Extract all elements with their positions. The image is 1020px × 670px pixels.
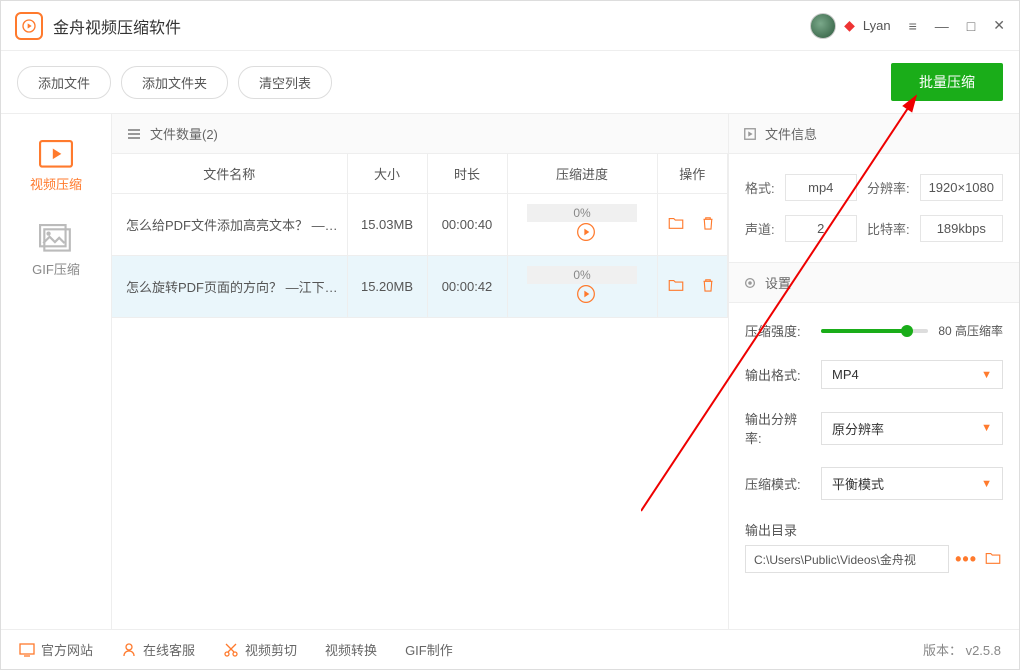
chevron-down-icon: ▼ <box>981 369 992 381</box>
col-name: 文件名称 <box>112 154 347 194</box>
batch-compress-button[interactable]: 批量压缩 <box>891 63 1003 101</box>
table-row[interactable]: 怎么旋转PDF页面的方向？ —江下… 15.20MB 00:00:42 0% <box>112 256 728 318</box>
scissors-icon <box>223 642 239 658</box>
label-mode: 压缩模式: <box>745 474 811 493</box>
browse-button[interactable]: ••• <box>955 549 977 570</box>
sidebar-item-gif[interactable]: GIF压缩 <box>1 209 111 294</box>
app-title: 金舟视频压缩软件 <box>53 14 810 38</box>
video-icon <box>39 140 73 168</box>
username: Lyan <box>863 18 891 33</box>
strength-value: 80 高压缩率 <box>938 322 1003 339</box>
close-icon[interactable]: ✕ <box>993 17 1005 34</box>
out-format-select[interactable]: MP4▼ <box>821 360 1003 389</box>
play-icon[interactable] <box>576 284 596 307</box>
trash-icon[interactable] <box>699 214 717 235</box>
value-bitrate: 189kbps <box>920 215 1003 242</box>
label-out-format: 输出格式: <box>745 365 811 384</box>
label-resolution: 分辨率: <box>867 178 910 197</box>
col-ops: 操作 <box>657 154 728 194</box>
col-progress: 压缩进度 <box>507 154 657 194</box>
list-icon <box>126 126 142 142</box>
footer-convert[interactable]: 视频转换 <box>325 640 377 659</box>
menu-icon[interactable]: ≡ <box>909 18 917 34</box>
footer-gif[interactable]: GIF制作 <box>405 640 453 659</box>
progress-bar: 0% <box>527 266 637 284</box>
label-format: 格式: <box>745 178 775 197</box>
play-icon[interactable] <box>576 222 596 245</box>
headset-icon <box>121 642 137 658</box>
trash-icon[interactable] <box>699 276 717 297</box>
avatar <box>810 13 836 39</box>
label-channels: 声道: <box>745 219 775 238</box>
label-strength: 压缩强度: <box>745 321 811 340</box>
sidebar-item-video[interactable]: 视频压缩 <box>1 124 111 209</box>
add-folder-button[interactable]: 添加文件夹 <box>121 66 228 99</box>
user-area[interactable]: ◆ Lyan <box>810 13 891 39</box>
folder-icon[interactable] <box>667 214 685 235</box>
col-duration: 时长 <box>427 154 507 194</box>
label-out-dir: 输出目录 <box>745 520 1003 539</box>
footer-site[interactable]: 官方网站 <box>19 640 93 659</box>
progress-bar: 0% <box>527 204 637 222</box>
chevron-down-icon: ▼ <box>981 422 992 434</box>
open-folder-icon[interactable] <box>983 549 1003 570</box>
table-row[interactable]: 怎么给PDF文件添加高亮文本？ —… 15.03MB 00:00:40 0% <box>112 194 728 256</box>
file-count-header: 文件数量(2) <box>112 114 728 154</box>
chevron-down-icon: ▼ <box>981 478 992 490</box>
value-channels: 2 <box>785 215 857 242</box>
version-label: 版本： v2.5.8 <box>923 640 1001 659</box>
gear-icon <box>743 276 757 290</box>
strength-slider[interactable] <box>821 329 928 333</box>
settings-header: 设置 <box>729 263 1019 303</box>
label-bitrate: 比特率: <box>867 219 910 238</box>
footer-support[interactable]: 在线客服 <box>121 640 195 659</box>
value-resolution: 1920×1080 <box>920 174 1003 201</box>
value-format: mp4 <box>785 174 857 201</box>
add-file-button[interactable]: 添加文件 <box>17 66 111 99</box>
gif-icon <box>39 225 73 253</box>
minimize-icon[interactable]: — <box>935 18 949 34</box>
file-table: 文件名称 大小 时长 压缩进度 操作 怎么给PDF文件添加高亮文本？ —… 15… <box>112 154 728 318</box>
file-info-header: 文件信息 <box>729 114 1019 154</box>
col-size: 大小 <box>347 154 427 194</box>
info-icon <box>743 127 757 141</box>
app-logo <box>15 12 43 40</box>
folder-icon[interactable] <box>667 276 685 297</box>
maximize-icon[interactable]: □ <box>967 18 975 34</box>
vip-icon: ◆ <box>844 17 855 34</box>
clear-list-button[interactable]: 清空列表 <box>238 66 332 99</box>
mode-select[interactable]: 平衡模式▼ <box>821 467 1003 500</box>
monitor-icon <box>19 642 35 658</box>
footer-cut[interactable]: 视频剪切 <box>223 640 297 659</box>
label-out-res: 输出分辨率: <box>745 409 811 447</box>
out-dir-input[interactable] <box>745 545 949 573</box>
out-res-select[interactable]: 原分辨率▼ <box>821 412 1003 445</box>
